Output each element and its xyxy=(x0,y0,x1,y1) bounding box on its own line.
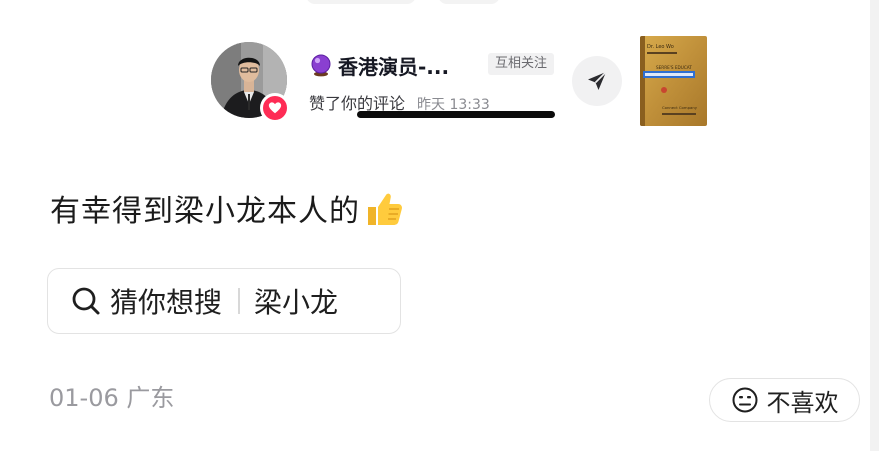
meh-face-icon xyxy=(731,386,759,414)
heart-icon xyxy=(260,93,290,123)
comment-body: 有幸得到梁小龙本人的 xyxy=(50,194,360,229)
user-name-row[interactable]: 香港演员-... xyxy=(309,50,449,80)
thumbnail-text: Connect Company xyxy=(662,105,698,110)
share-button[interactable] xyxy=(572,56,622,106)
scroll-edge xyxy=(870,0,879,451)
search-suggestion-term: 梁小龙 xyxy=(254,286,339,319)
search-icon xyxy=(70,285,102,317)
divider xyxy=(238,288,241,314)
search-suggestion-label: 猜你想搜 xyxy=(110,286,223,319)
video-thumbnail[interactable]: Dr. Leo Wo SERRE'S EDUCAT Connect Compan… xyxy=(640,36,707,126)
top-partial-element xyxy=(306,0,416,4)
top-partial-element xyxy=(438,0,500,4)
mutual-follow-badge: 互相关注 xyxy=(488,53,555,75)
comment-text: 有幸得到梁小龙本人的 xyxy=(50,186,406,231)
redaction-mark xyxy=(357,111,555,118)
search-suggestion-chip[interactable]: 猜你想搜 梁小龙 xyxy=(47,268,401,334)
share-arrow-icon xyxy=(585,69,609,93)
post-date-location: 01-06 广东 xyxy=(49,384,175,412)
thumbs-up-icon xyxy=(362,187,406,231)
dislike-button[interactable]: 不喜欢 xyxy=(709,378,860,422)
dislike-label: 不喜欢 xyxy=(766,388,839,417)
thumbnail-text: Dr. Leo Wo xyxy=(647,44,674,50)
user-name: 香港演员-... xyxy=(338,54,450,79)
like-notification[interactable]: 香港演员-... 互相关注 赞了你的评论 昨天 13:33 Dr. Leo Wo… xyxy=(211,36,711,128)
thumbnail-text: SERRE'S EDUCAT xyxy=(656,65,692,70)
crystal-ball-icon xyxy=(309,53,333,77)
